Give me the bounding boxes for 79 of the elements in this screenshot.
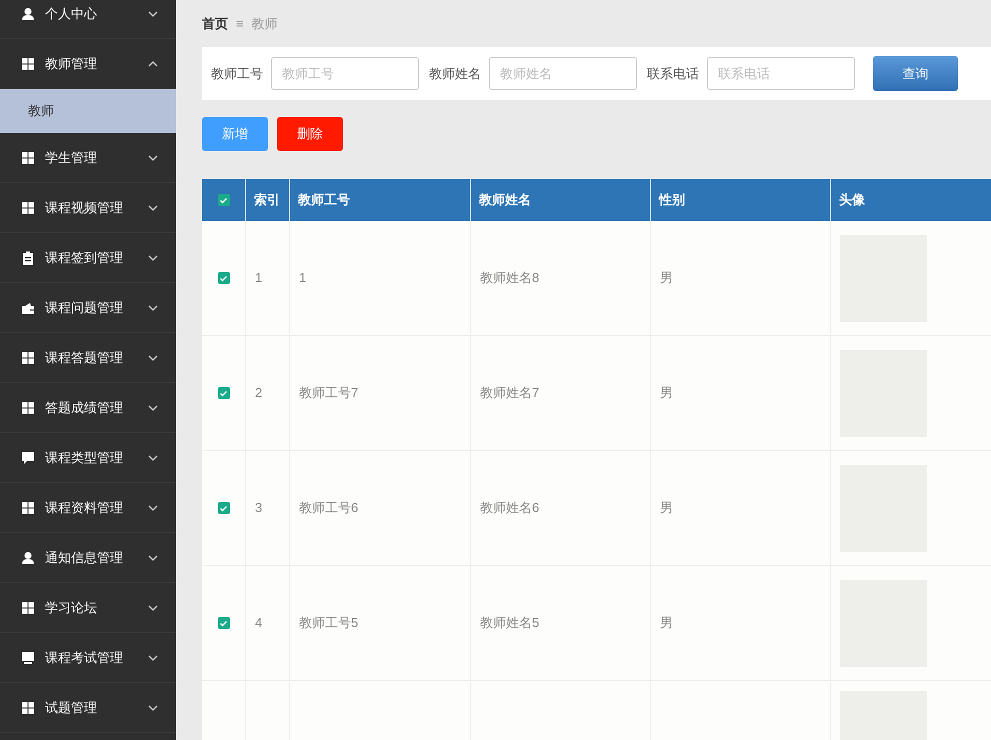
table-cell-text: 教师工号6 [298, 499, 360, 518]
chat-bubble-icon [21, 450, 35, 464]
menu-label: 试题管理 [45, 698, 98, 717]
checkbox[interactable] [218, 272, 230, 284]
sidebar-menu-item[interactable]: 课程考试管理 [0, 633, 176, 683]
submenu-item[interactable]: 教师 [0, 89, 176, 133]
field-label: 联系电话 [647, 64, 699, 83]
grid-icon [21, 600, 35, 614]
sidebar-menu-item[interactable]: 个人中心 [0, 0, 176, 39]
grid-icon [21, 200, 35, 214]
checkmark-icon [219, 618, 228, 628]
table-cell-text: 教师姓名7 [479, 384, 540, 402]
breadcrumb-separator: ≡ [236, 14, 244, 33]
menu-label: 教师管理 [45, 54, 98, 73]
menu-label: 课程考试管理 [45, 648, 124, 667]
table-cell-text: 2 [254, 384, 264, 402]
sidebar-menu-item[interactable]: 学习论坛 [0, 583, 176, 633]
menu-label: 课程答题管理 [45, 348, 124, 367]
menu-label: 课程视频管理 [45, 198, 124, 217]
search-input-field[interactable]: 教师工号 [271, 57, 419, 90]
wallet-icon [21, 300, 35, 314]
breadcrumb-home-link[interactable]: 首页 [202, 14, 228, 34]
table-cell-text: 3 [254, 499, 264, 518]
grid-icon [21, 56, 35, 70]
table-cell-text: 教师工号5 [298, 614, 360, 632]
grid-icon [21, 700, 35, 714]
search-button[interactable]: 查询 [873, 56, 958, 91]
menu-label: 学习论坛 [45, 598, 98, 617]
table-cell-text: 男 [659, 269, 674, 288]
grid-icon [21, 400, 35, 414]
menu-label: 课程签到管理 [45, 248, 124, 267]
user-icon [21, 550, 35, 564]
user-icon [21, 6, 35, 20]
table-cell-text: 教师姓名6 [479, 499, 540, 518]
checkbox[interactable] [218, 502, 230, 514]
menu-label: 通知信息管理 [45, 548, 124, 567]
table-cell-text: 4 [254, 614, 264, 632]
checkmark-icon [219, 388, 228, 398]
menu-label: 课程资料管理 [45, 498, 124, 517]
checkbox[interactable] [218, 194, 230, 206]
checkmark-icon [219, 504, 228, 512]
table-cell-text: 1 [298, 269, 308, 288]
sidebar-menu-item[interactable]: 课程资料管理 [0, 483, 176, 533]
sidebar-menu-item[interactable]: 课程答题管理 [0, 333, 176, 383]
sidebar-menu-item[interactable]: 试题管理 [0, 683, 176, 733]
sidebar-menu-item[interactable]: 课程视频管理 [0, 183, 176, 233]
monitor-icon [21, 650, 35, 664]
grid-icon [21, 350, 35, 364]
table-cell-text: 男 [659, 499, 674, 518]
menu-label: 答题成绩管理 [45, 398, 124, 417]
checkbox[interactable] [218, 617, 230, 629]
table-cell-text: 男 [659, 384, 674, 402]
menu-label: 个人中心 [45, 4, 98, 23]
grid-icon [21, 150, 35, 164]
field-label: 教师姓名 [429, 64, 481, 83]
sidebar-menu-item[interactable]: 通知信息管理 [0, 533, 176, 583]
table-cell-text: 男 [659, 614, 674, 632]
sidebar-menu-item[interactable]: 学生管理 [0, 133, 176, 183]
table-cell-text: 教师工号7 [298, 384, 360, 402]
sidebar-menu-item[interactable]: 课程签到管理 [0, 233, 176, 283]
table-cell-text: 1 [254, 269, 264, 288]
table-cell-text: 教师姓名5 [479, 614, 540, 632]
checkbox[interactable] [218, 387, 230, 399]
search-input-field[interactable]: 教师姓名 [489, 57, 637, 90]
checkmark-icon [219, 196, 228, 204]
delete-button[interactable]: 删除 [277, 117, 343, 151]
sidebar-menu-item[interactable]: 课程类型管理 [0, 433, 176, 483]
search-input-field[interactable]: 联系电话 [707, 57, 855, 90]
sidebar-menu-item[interactable]: 答题成绩管理 [0, 383, 176, 433]
menu-label: 课程问题管理 [45, 298, 124, 317]
table-cell-text: 教师姓名8 [479, 269, 540, 288]
breadcrumb-current: 教师 [252, 14, 278, 33]
field-label: 教师工号 [211, 64, 263, 83]
menu-label: 课程类型管理 [45, 448, 124, 467]
clipboard-icon [21, 250, 35, 264]
menu-label: 学生管理 [45, 148, 98, 167]
sidebar-menu-item[interactable]: 课程问题管理 [0, 283, 176, 333]
checkmark-icon [219, 274, 228, 282]
grid-icon [21, 500, 35, 514]
